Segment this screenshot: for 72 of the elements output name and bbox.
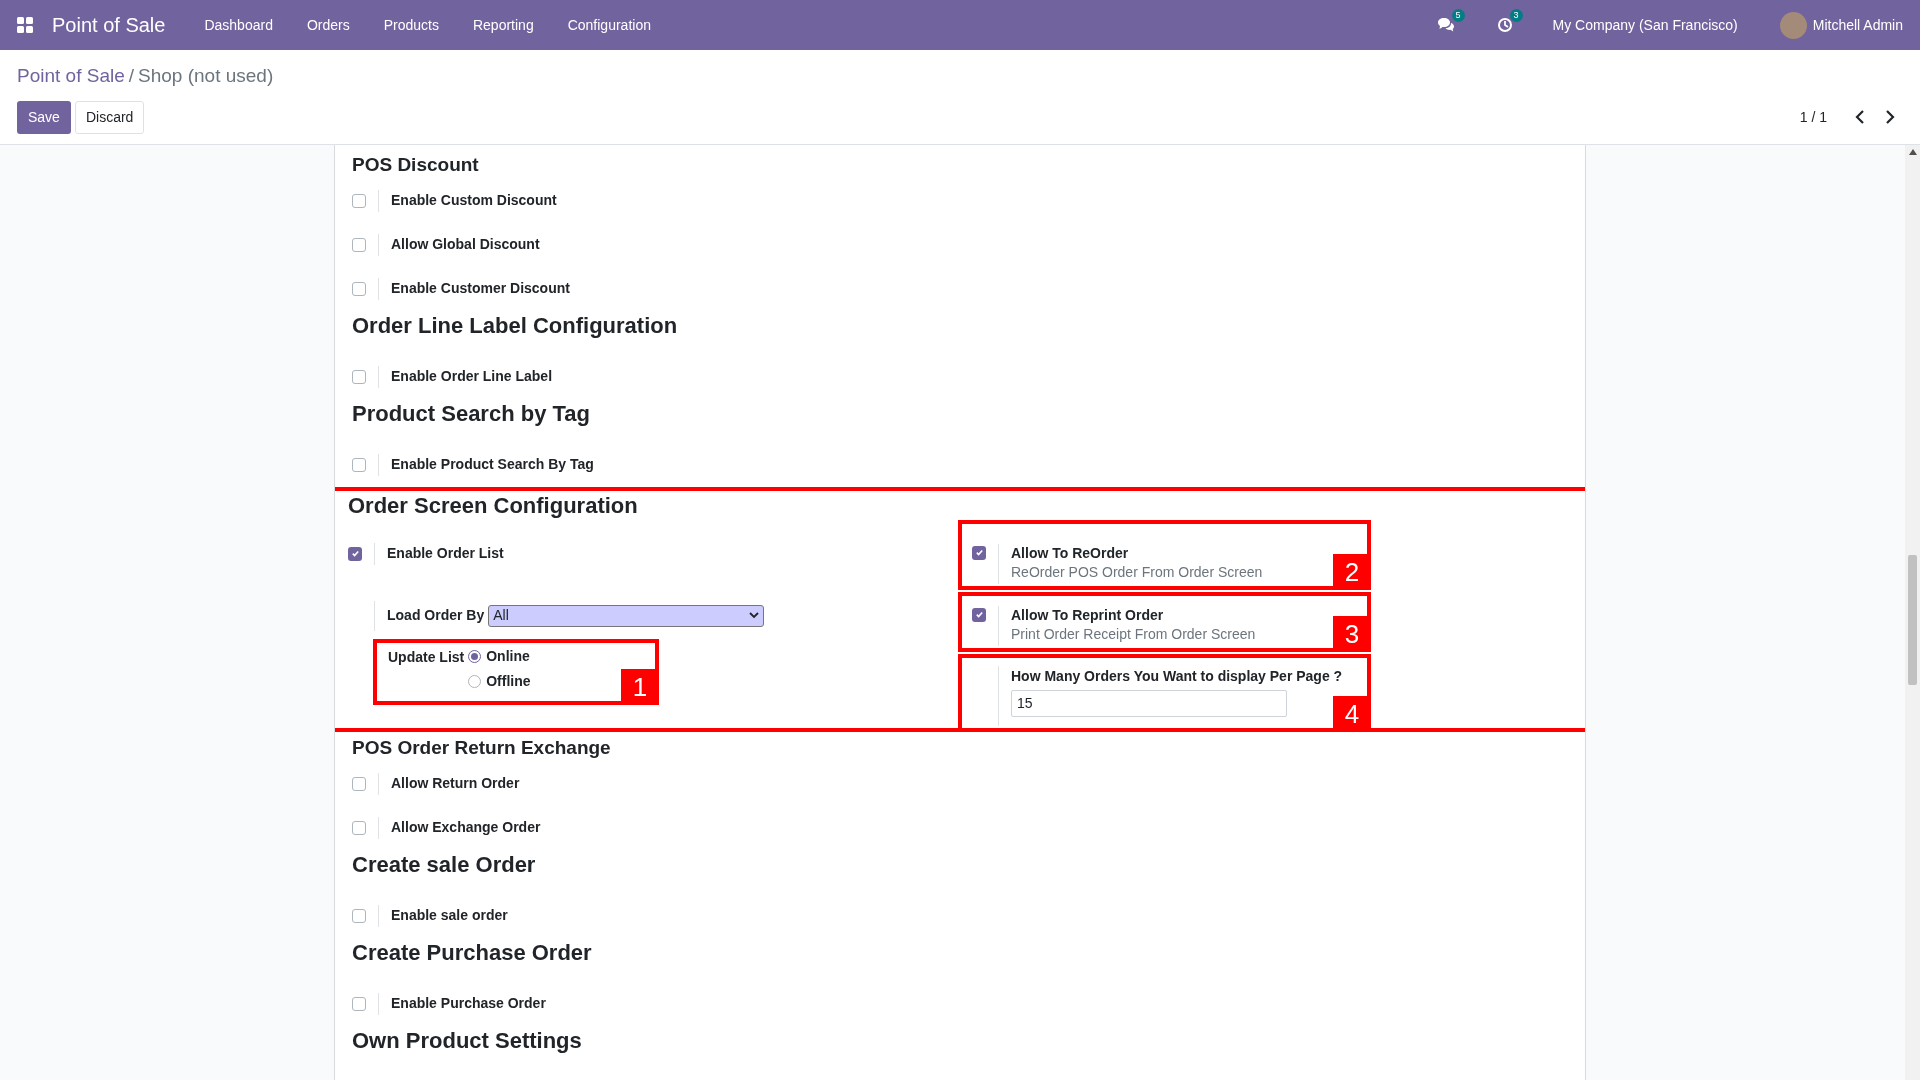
checkbox[interactable]	[352, 193, 366, 208]
section-heading: Product Search by Tag	[352, 399, 591, 428]
option-label: Enable Product Search By Tag	[391, 455, 594, 474]
option-label: Enable sale order	[391, 906, 508, 925]
checkbox[interactable]	[352, 457, 366, 472]
checkbox[interactable]	[352, 237, 366, 252]
scrollbar[interactable]	[1905, 144, 1920, 1080]
radio-label: Offline	[486, 671, 531, 691]
discard-button[interactable]: Discard	[74, 100, 145, 134]
breadcrumb-current: Shop (not used)	[138, 64, 274, 88]
checkbox[interactable]	[972, 545, 986, 560]
notification-badge: 5	[1451, 9, 1465, 22]
chevron-right-icon[interactable]	[1885, 110, 1895, 124]
chevron-left-icon[interactable]	[1855, 110, 1865, 124]
option-label: Allow Exchange Order	[391, 818, 541, 837]
checkbox[interactable]	[352, 996, 366, 1011]
field-label: Update List	[388, 647, 465, 667]
menu-item[interactable]: Configuration	[550, 14, 668, 36]
section-heading: POS Order Return Exchange	[352, 735, 612, 760]
checkbox[interactable]	[352, 281, 366, 296]
option-help-text: ReOrder POS Order From Order Screen	[1011, 562, 1263, 582]
section-heading: POS Discount	[352, 152, 480, 177]
option-label: Enable Custom Discount	[391, 191, 557, 210]
load-order-select[interactable]: All	[488, 604, 765, 627]
checkbox[interactable]	[352, 820, 366, 835]
save-button[interactable]: Save	[17, 100, 71, 134]
checkmark-icon	[350, 549, 360, 558]
section-heading: Own Product Settings	[352, 1026, 583, 1055]
clock-icon[interactable]	[1496, 17, 1513, 33]
user-name[interactable]: Mitchell Admin	[1812, 14, 1903, 36]
radio-label: Online	[486, 647, 530, 666]
apps-grid-icon[interactable]	[17, 16, 34, 34]
checkbox[interactable]	[348, 546, 362, 561]
option-label: Enable Order Line Label	[391, 367, 553, 386]
scroll-up-arrow-icon[interactable]	[1908, 148, 1917, 155]
radio-button[interactable]	[468, 650, 482, 663]
option-label: Allow To ReOrder	[1011, 543, 1130, 562]
menu-item[interactable]: Orders	[289, 14, 367, 36]
option-label: Enable Purchase Order	[391, 994, 546, 1013]
breadcrumb-separator: /	[128, 64, 135, 88]
chevron-down-icon	[749, 612, 760, 619]
checkbox[interactable]	[352, 776, 366, 791]
section-heading: Create sale Order	[352, 850, 537, 879]
app-name[interactable]: Point of Sale	[52, 10, 166, 40]
option-help-text: Print Order Receipt From Order Screen	[1011, 624, 1256, 644]
pager-value: 1 / 1	[1799, 107, 1827, 127]
checkbox[interactable]	[972, 607, 986, 622]
option-label: Enable Customer Discount	[391, 279, 570, 298]
checkmark-icon	[974, 548, 984, 557]
field-label: Load Order By	[387, 606, 485, 625]
orders-per-page-input[interactable]: 15	[1011, 689, 1287, 717]
checkbox[interactable]	[352, 908, 366, 923]
section-heading: Order Line Label Configuration	[352, 311, 679, 340]
user-avatar[interactable]	[1779, 11, 1807, 39]
chat-bubbles-icon[interactable]	[1436, 17, 1455, 33]
notification-badge: 3	[1509, 9, 1523, 22]
field-label: How Many Orders You Want to display Per Page ?	[1011, 666, 1343, 686]
breadcrumb-link[interactable]: Point of Sale	[17, 62, 125, 91]
menu-item[interactable]: Products	[366, 14, 456, 36]
scrollbar-thumb[interactable]	[1908, 554, 1917, 685]
menu-item[interactable]: Reporting	[455, 14, 551, 36]
checkmark-icon	[974, 610, 984, 619]
radio-button[interactable]	[468, 674, 482, 688]
option-label: Allow Global Discount	[391, 235, 540, 254]
checkbox[interactable]	[352, 369, 366, 384]
option-label: Enable Order List	[387, 544, 504, 563]
menu-item[interactable]: Dashboard	[187, 14, 290, 36]
company-switcher[interactable]: My Company (San Francisco)	[1552, 14, 1738, 36]
section-heading: Create Purchase Order	[352, 938, 593, 967]
section-heading: Order Screen Configuration	[348, 491, 639, 520]
option-label: Allow Return Order	[391, 774, 520, 793]
option-label: Allow To Reprint Order	[1011, 605, 1165, 624]
